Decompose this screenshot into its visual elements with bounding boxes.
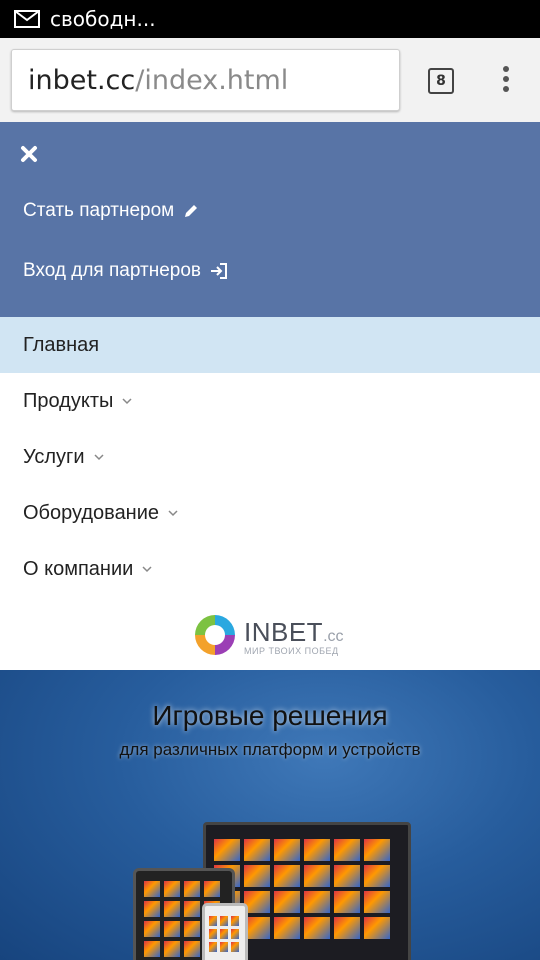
partner-login-label: Вход для партнеров (23, 260, 201, 281)
url-path: /index.html (135, 64, 289, 96)
nav-item-equipment[interactable]: Оборудование (0, 485, 540, 541)
tab-switcher-button[interactable]: 8 (428, 68, 454, 94)
hero-subtitle: для различных платформ и устройств (119, 740, 421, 759)
browser-toolbar: inbet.cc/index.html 8 (0, 38, 540, 122)
mail-icon (14, 10, 40, 28)
status-text: свободн... (50, 7, 156, 31)
chevron-down-icon (167, 509, 179, 517)
logo-slogan: МИР ТВОИХ ПОБЕД (244, 645, 339, 656)
hero-title: Игровые решения (152, 700, 388, 731)
nav-item-label: Услуги (23, 445, 85, 468)
chevron-down-icon (93, 453, 105, 461)
close-icon[interactable] (20, 142, 38, 170)
nav-item-about[interactable]: О компании (0, 541, 540, 597)
chevron-down-icon (141, 565, 153, 573)
url-domain: inbet.cc (28, 64, 136, 96)
nav-item-label: О компании (23, 557, 134, 580)
main-nav: Главная Продукты Услуги Оборудование О к… (0, 317, 540, 597)
nav-item-services[interactable]: Услуги (0, 429, 540, 485)
sign-in-icon (209, 261, 229, 281)
logo-suffix: .cc (323, 627, 344, 645)
site-logo[interactable]: INBET.cc МИР ТВОИХ ПОБЕД (192, 611, 352, 663)
nav-item-label: Главная (23, 333, 100, 356)
logo-text: INBET.cc МИР ТВОИХ ПОБЕД (244, 619, 344, 656)
nav-item-label: Продукты (23, 389, 114, 412)
phone-image (202, 903, 248, 960)
partner-menu: Стать партнером Вход для партнеров (0, 122, 540, 317)
nav-item-products[interactable]: Продукты (0, 373, 540, 429)
url-text: inbet.cc/index.html (28, 65, 288, 96)
hero-banner: Игровые решения для различных платформ и… (0, 670, 540, 960)
address-bar[interactable]: inbet.cc/index.html (11, 49, 400, 111)
nav-item-home[interactable]: Главная (0, 317, 540, 373)
status-bar: свободн... (0, 0, 540, 38)
partner-login-link[interactable]: Вход для партнеров (23, 260, 229, 282)
logo-name: INBET (244, 616, 324, 647)
become-partner-link[interactable]: Стать партнером (23, 200, 200, 222)
become-partner-label: Стать партнером (23, 200, 175, 221)
chevron-down-icon (121, 397, 133, 405)
more-vert-icon[interactable] (496, 66, 516, 96)
pencil-icon (182, 202, 200, 220)
nav-item-label: Оборудование (23, 501, 160, 524)
logo-mark-icon (192, 612, 238, 663)
